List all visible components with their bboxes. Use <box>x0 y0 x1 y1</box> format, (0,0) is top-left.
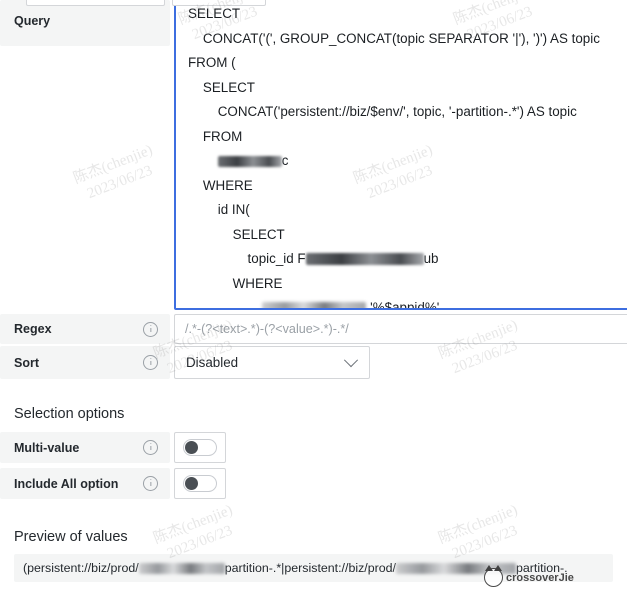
preview-value-suffix: partition-. <box>515 561 568 575</box>
sort-select[interactable]: Disabled <box>174 346 370 379</box>
include-all-option-row: Include All option <box>0 468 627 499</box>
regex-input[interactable]: /.*-(?<text>.*)-(?<value>.*)-.*/ <box>174 314 627 344</box>
sql-line: SELECT <box>188 226 285 242</box>
toggle-switch[interactable] <box>183 475 217 492</box>
sql-line-redacted: c <box>188 153 288 168</box>
chevron-down-icon <box>343 352 359 367</box>
toggle-knob <box>185 477 198 490</box>
regex-label: Regex <box>0 314 170 344</box>
include-all-label: Include All option <box>0 468 170 499</box>
preview-value-mid: partition-.*|persistent://biz/prod/ <box>224 561 396 575</box>
redacted-preview-b <box>395 562 516 574</box>
multi-value-label-text: Multi-value <box>14 440 80 455</box>
regex-field-row: Regex /.*-(?<text>.*)-(?<value>.*)-.*/ <box>0 314 627 344</box>
multi-value-label: Multi-value <box>0 432 170 463</box>
redacted-from-table <box>305 253 424 266</box>
regex-input-placeholder: /.*-(?<text>.*)-(?<value>.*)-.*/ <box>185 322 349 336</box>
cutoff-input-b[interactable] <box>172 0 266 6</box>
toggle-knob <box>185 441 198 454</box>
redacted-column-condition <box>262 302 367 308</box>
redacted-table-name <box>217 155 282 167</box>
sql-line: SELECT <box>188 6 241 21</box>
sort-label: Sort <box>0 346 170 379</box>
info-icon[interactable] <box>143 440 158 455</box>
sql-line: SELECT <box>188 79 255 95</box>
sql-line: WHERE <box>188 275 283 291</box>
query-label: Query <box>0 0 170 46</box>
sql-line: id IN( <box>188 202 250 217</box>
cutoff-input-a[interactable] <box>26 0 165 6</box>
info-icon[interactable] <box>143 321 158 337</box>
sql-line: FROM ( <box>188 55 236 70</box>
query-label-text: Query <box>14 14 51 28</box>
sql-line-redacted: '%$appid%' <box>188 300 439 308</box>
regex-label-text: Regex <box>14 322 52 336</box>
redacted-preview-a <box>138 562 225 574</box>
preview-of-values-heading: Preview of values <box>14 529 128 545</box>
info-icon[interactable] <box>143 355 158 370</box>
sort-select-value: Disabled <box>186 355 239 370</box>
sql-line: FROM <box>188 128 243 144</box>
toggle-switch[interactable] <box>183 439 217 456</box>
include-all-toggle[interactable] <box>174 468 226 499</box>
preview-value-prefix: (persistent://biz/prod/ <box>23 561 139 575</box>
query-field-row: Query SELECT CONCAT('(', GROUP_CONCAT(to… <box>0 0 627 312</box>
sort-label-text: Sort <box>14 355 39 370</box>
preview-values-box: (persistent://biz/prod/partition-.*|pers… <box>14 554 613 582</box>
selection-options-heading: Selection options <box>14 406 125 422</box>
sql-line: CONCAT('(', GROUP_CONCAT(topic SEPARATOR… <box>188 30 600 46</box>
multi-value-row: Multi-value <box>0 432 627 463</box>
sql-line: WHERE <box>188 177 253 193</box>
top-cutoff-strip <box>0 0 627 6</box>
sql-line: CONCAT('persistent://biz/$env/', topic, … <box>188 104 577 119</box>
info-icon[interactable] <box>143 476 158 491</box>
sql-line-redacted: topic_id Fub <box>247 251 439 266</box>
multi-value-toggle[interactable] <box>174 432 226 463</box>
query-sql-textarea[interactable]: SELECT CONCAT('(', GROUP_CONCAT(topic SE… <box>174 0 627 310</box>
include-all-label-text: Include All option <box>14 476 119 491</box>
sort-field-row: Sort Disabled <box>0 346 627 379</box>
